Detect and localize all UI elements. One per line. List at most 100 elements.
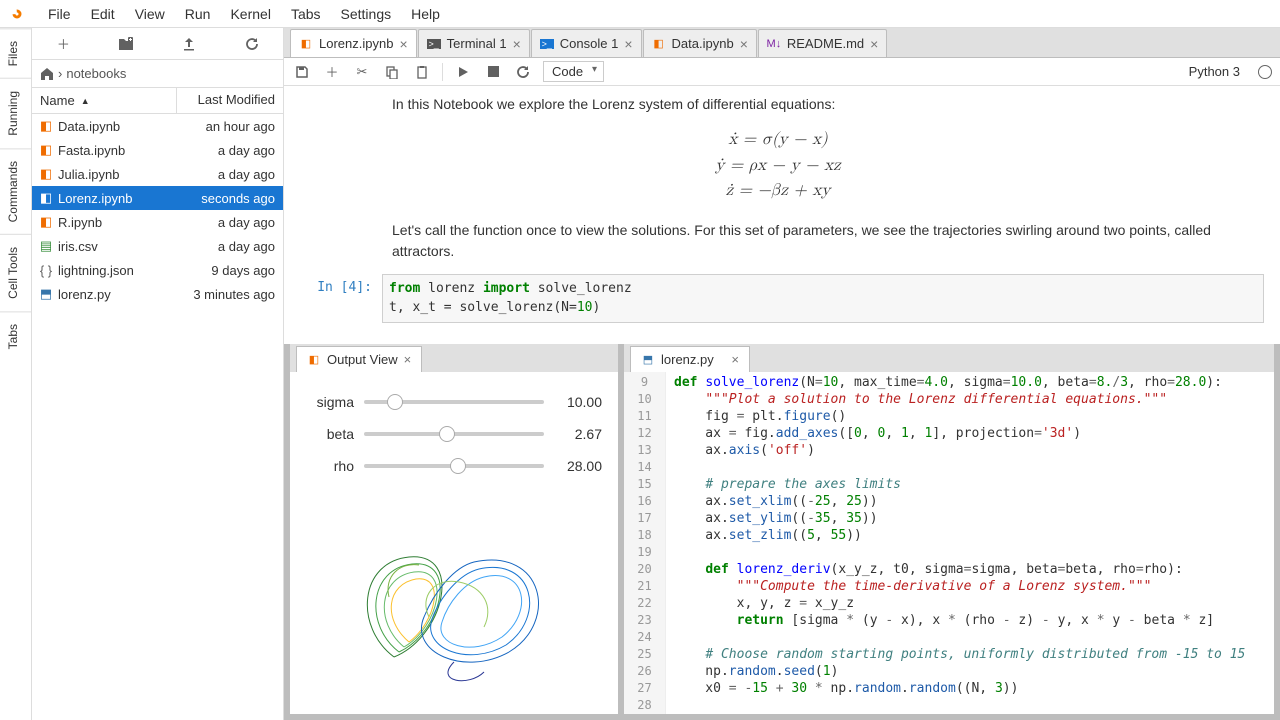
dock-panel: ◧Lorenz.ipynb×>_Terminal 1×>_Console 1×◧… (284, 28, 1280, 720)
menu-file[interactable]: File (38, 2, 81, 26)
home-icon (40, 67, 54, 81)
menu-view[interactable]: View (125, 2, 175, 26)
text-editor[interactable]: 910111213141516171819202122232425262728 … (624, 372, 1274, 714)
run-cell-button[interactable] (453, 62, 473, 82)
sort-by-modified[interactable]: Last Modified (177, 88, 283, 113)
menu-edit[interactable]: Edit (81, 2, 125, 26)
close-icon[interactable]: × (740, 36, 748, 52)
sidetab-tabs[interactable]: Tabs (0, 311, 31, 361)
nb-file-icon: ◧ (36, 214, 56, 230)
editor-panel: ⬒ lorenz.py × 91011121314151617181920212… (624, 344, 1274, 714)
tab-data-ipynb[interactable]: ◧ Data.ipynb × (643, 29, 757, 57)
slider-value: 2.67 (554, 426, 602, 442)
tab-label: lorenz.py (661, 352, 714, 367)
sidetab-running[interactable]: Running (0, 78, 31, 148)
copy-cell-button[interactable] (382, 62, 402, 82)
upload-button[interactable] (175, 30, 203, 58)
paste-cell-button[interactable] (412, 62, 432, 82)
con-icon: >_ (540, 37, 554, 51)
sidetab-commands[interactable]: Commands (0, 148, 31, 234)
slider-label: sigma (306, 394, 354, 410)
nb-icon: ◧ (652, 37, 666, 51)
nb-file-icon: ◧ (36, 118, 56, 134)
file-item[interactable]: ◧Data.ipynban hour ago (32, 114, 283, 138)
notebook-icon: ◧ (307, 353, 321, 367)
close-icon[interactable]: × (731, 352, 739, 367)
file-item[interactable]: { }lightning.json9 days ago (32, 258, 283, 282)
slider-beta: beta 2.67 (306, 418, 602, 450)
breadcrumb-item[interactable]: notebooks (66, 66, 126, 81)
nb-file-icon: ◧ (36, 166, 56, 182)
close-icon[interactable]: × (870, 36, 878, 52)
file-item[interactable]: ◧R.ipynba day ago (32, 210, 283, 234)
filebrowser-header: Name▲ Last Modified (32, 88, 283, 114)
close-icon[interactable]: × (404, 352, 412, 367)
file-name: R.ipynb (56, 215, 181, 230)
menu-settings[interactable]: Settings (331, 2, 402, 26)
py-file-icon: ⬒ (36, 286, 56, 302)
file-item[interactable]: ⬒lorenz.py3 minutes ago (32, 282, 283, 306)
tab-label: Terminal 1 (447, 36, 507, 51)
file-modified: a day ago (181, 239, 283, 254)
code-area[interactable]: def solve_lorenz(N=10, max_time=4.0, sig… (666, 372, 1274, 714)
close-icon[interactable]: × (624, 36, 632, 52)
restart-button[interactable] (513, 62, 533, 82)
slider-value: 10.00 (554, 394, 602, 410)
tab-readme-md[interactable]: M↓README.md× (758, 29, 887, 57)
slider-thumb[interactable] (387, 394, 403, 410)
slider-track[interactable] (364, 432, 544, 436)
tab-lorenz-ipynb[interactable]: ◧Lorenz.ipynb× (290, 29, 417, 57)
slider-label: beta (306, 426, 354, 442)
close-icon[interactable]: × (399, 36, 407, 52)
tab-label: Data.ipynb (672, 36, 734, 51)
refresh-button[interactable] (238, 30, 266, 58)
cut-cell-button[interactable]: ✂ (352, 62, 372, 82)
tab-console-1[interactable]: >_Console 1× (531, 29, 642, 57)
save-button[interactable] (292, 62, 312, 82)
menu-run[interactable]: Run (175, 2, 221, 26)
nb-file-icon: ◧ (36, 142, 56, 158)
equations: ẋ = σ(y − x) ẏ = ρx − y − xz ż = −βz + x… (292, 127, 1264, 204)
menu-tabs[interactable]: Tabs (281, 2, 331, 26)
json-file-icon: { } (36, 263, 56, 278)
sidetab-files[interactable]: Files (0, 28, 31, 78)
tab-output-view[interactable]: ◧ Output View × (296, 346, 422, 372)
new-launcher-button[interactable]: ＋ (49, 30, 77, 58)
code-input[interactable]: from lorenz import solve_lorenz t, x_t =… (382, 274, 1264, 323)
file-item[interactable]: ◧Julia.ipynba day ago (32, 162, 283, 186)
file-item[interactable]: ▤iris.csva day ago (32, 234, 283, 258)
line-gutter: 910111213141516171819202122232425262728 (624, 372, 666, 714)
close-icon[interactable]: × (513, 36, 521, 52)
slider-label: rho (306, 458, 354, 474)
file-item[interactable]: ◧Lorenz.ipynbseconds ago (32, 186, 283, 210)
file-name: lightning.json (56, 263, 181, 278)
tab-lorenz-py[interactable]: ⬒ lorenz.py × (630, 346, 750, 372)
slider-track[interactable] (364, 464, 544, 468)
sort-by-name[interactable]: Name▲ (32, 88, 177, 113)
slider-sigma: sigma 10.00 (306, 386, 602, 418)
notebook-content[interactable]: In this Notebook we explore the Lorenz s… (284, 86, 1280, 344)
md-icon: M↓ (767, 37, 781, 51)
cell-type-select[interactable]: Code (543, 61, 604, 82)
insert-cell-button[interactable]: ＋ (322, 62, 342, 82)
slider-thumb[interactable] (439, 426, 455, 442)
sidetab-cell-tools[interactable]: Cell Tools (0, 234, 31, 311)
file-browser: ＋ › notebooks Name▲ Last Modified ◧Data.… (32, 28, 284, 720)
breadcrumb[interactable]: › notebooks (32, 60, 283, 88)
slider-value: 28.00 (554, 458, 602, 474)
slider-track[interactable] (364, 400, 544, 404)
code-cell[interactable]: In [4]: from lorenz import solve_lorenz … (292, 274, 1264, 323)
new-folder-button[interactable] (112, 30, 140, 58)
file-item[interactable]: ◧Fasta.ipynba day ago (32, 138, 283, 162)
menu-help[interactable]: Help (401, 2, 450, 26)
file-name: iris.csv (56, 239, 181, 254)
filebrowser-toolbar: ＋ (32, 28, 283, 60)
notebook-toolbar: ＋ ✂ Code Python 3 (284, 58, 1280, 86)
kernel-name[interactable]: Python 3 (1189, 64, 1240, 79)
menu-kernel[interactable]: Kernel (220, 2, 280, 26)
nb-file-icon: ◧ (36, 190, 56, 206)
interrupt-button[interactable] (483, 62, 503, 82)
input-prompt: In [4]: (292, 274, 382, 323)
slider-thumb[interactable] (450, 458, 466, 474)
tab-terminal-1[interactable]: >_Terminal 1× (418, 29, 530, 57)
